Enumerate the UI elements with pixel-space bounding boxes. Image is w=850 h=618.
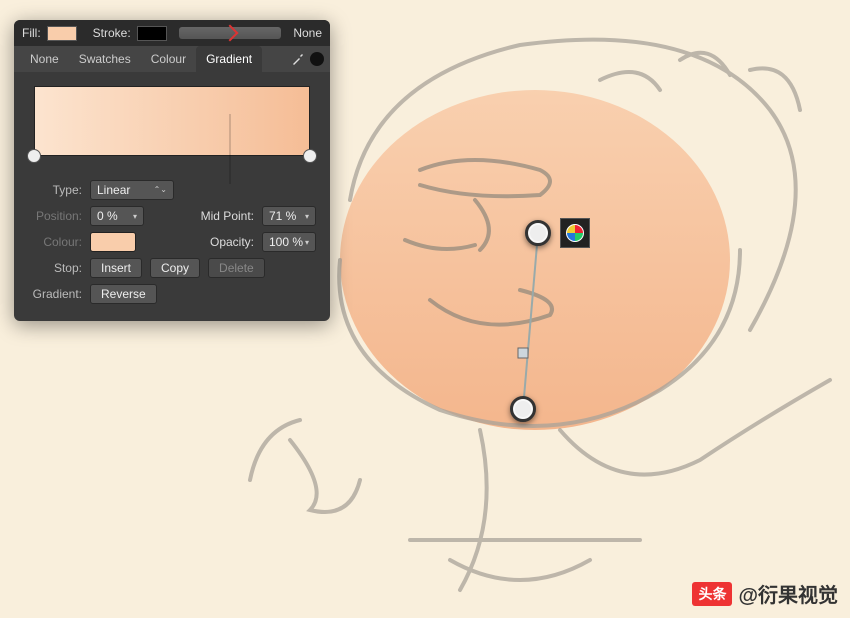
- watermark-text: @衍果视觉: [738, 579, 838, 608]
- fill-swatch[interactable]: [47, 26, 77, 41]
- colour-label: Colour:: [28, 235, 82, 249]
- type-select[interactable]: Linear: [90, 180, 174, 200]
- stroke-width-slider[interactable]: [179, 27, 282, 39]
- tab-swatches[interactable]: Swatches: [69, 46, 141, 72]
- type-label: Type:: [28, 183, 82, 197]
- copy-button[interactable]: Copy: [150, 258, 200, 278]
- watermark-logo: 头条: [692, 582, 732, 606]
- opacity-label: Opacity:: [194, 235, 254, 249]
- position-input[interactable]: 0 %: [90, 206, 144, 226]
- gradient-stop-0[interactable]: [27, 149, 41, 163]
- midpoint-label: Mid Point:: [194, 209, 254, 223]
- fill-label: Fill:: [22, 26, 41, 40]
- gradient-label: Gradient:: [28, 287, 82, 301]
- current-color-dot[interactable]: [310, 52, 324, 66]
- tab-colour[interactable]: Colour: [141, 46, 196, 72]
- stroke-value-text: None: [293, 26, 322, 40]
- position-label: Position:: [28, 209, 82, 223]
- colour-well[interactable]: [90, 232, 136, 252]
- gradient-panel: Fill: Stroke: None None Swatches Colour …: [14, 20, 330, 321]
- tab-bar: None Swatches Colour Gradient: [14, 46, 330, 72]
- midpoint-tick[interactable]: [229, 114, 231, 184]
- gradient-node-end[interactable]: [510, 396, 536, 422]
- color-picker-popup-button[interactable]: [560, 218, 590, 248]
- watermark: 头条 @衍果视觉: [692, 579, 838, 608]
- gradient-stop-track[interactable]: [34, 149, 310, 163]
- panel-header: Fill: Stroke: None: [14, 20, 330, 46]
- stroke-label: Stroke:: [93, 26, 131, 40]
- eyedropper-icon[interactable]: [290, 51, 306, 67]
- midpoint-input[interactable]: 71 %: [262, 206, 316, 226]
- stroke-swatch[interactable]: [137, 26, 167, 41]
- gradient-node-start[interactable]: [525, 220, 551, 246]
- gradient-stop-1[interactable]: [303, 149, 317, 163]
- opacity-input[interactable]: 100 %: [262, 232, 316, 252]
- gradient-preview[interactable]: [34, 86, 310, 156]
- reverse-button[interactable]: Reverse: [90, 284, 157, 304]
- tab-none[interactable]: None: [20, 46, 69, 72]
- tab-gradient[interactable]: Gradient: [196, 46, 262, 72]
- stop-label: Stop:: [28, 261, 82, 275]
- delete-button[interactable]: Delete: [208, 258, 265, 278]
- insert-button[interactable]: Insert: [90, 258, 142, 278]
